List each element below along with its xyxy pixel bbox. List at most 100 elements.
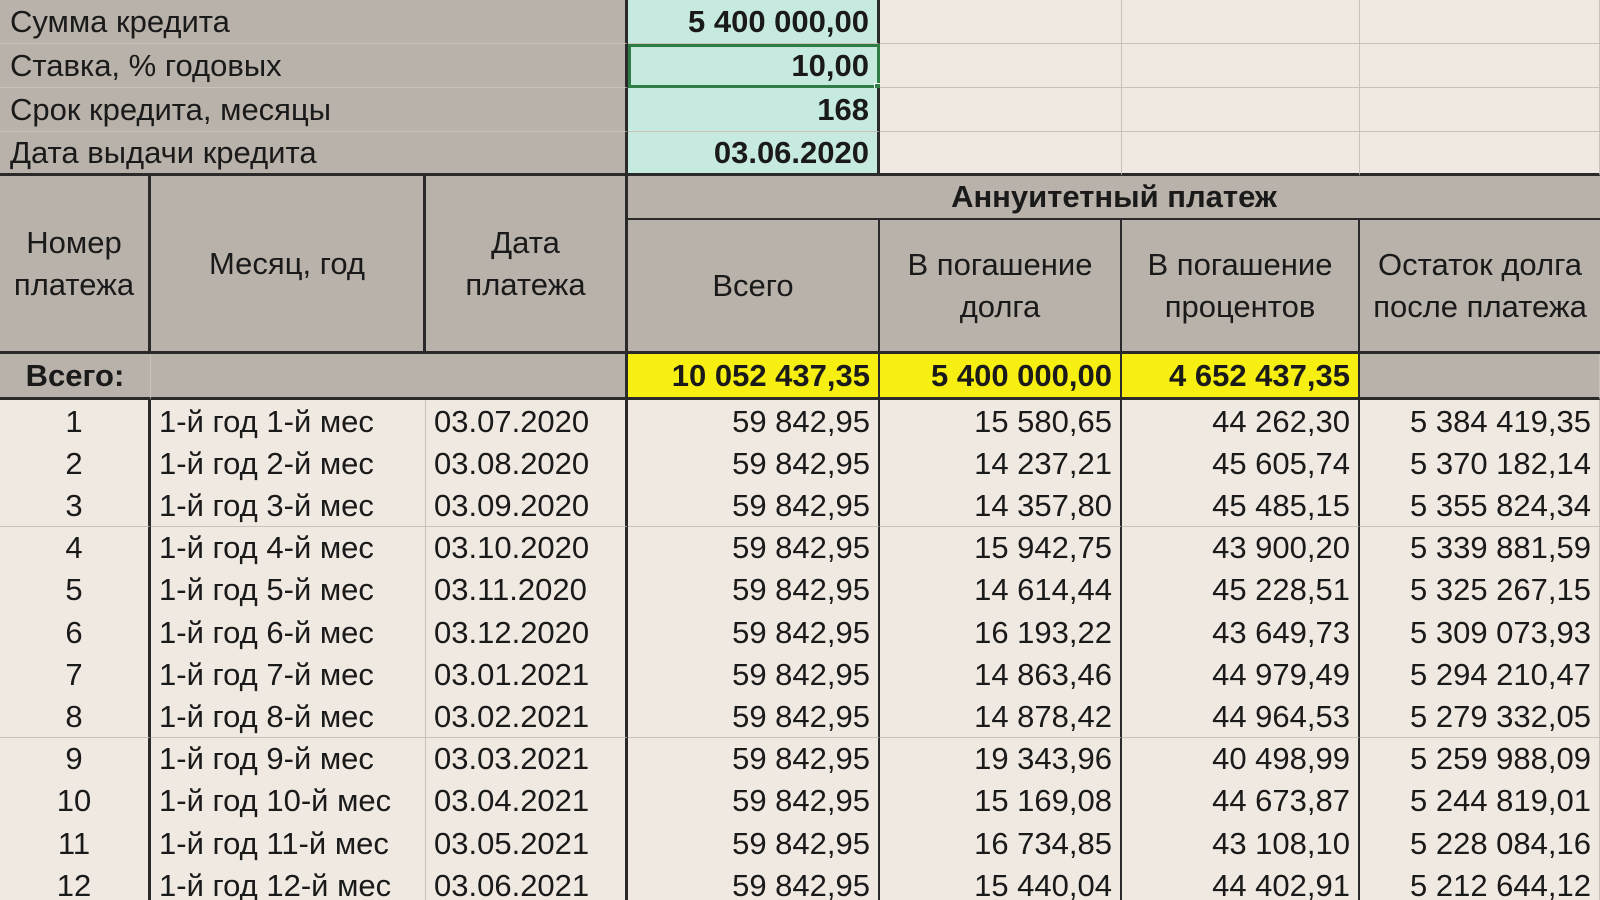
month-year-cell[interactable]: 1-й год 8-й мес bbox=[151, 695, 426, 739]
totals-balance-empty[interactable] bbox=[1360, 354, 1600, 400]
principal-cell[interactable]: 14 878,42 bbox=[880, 695, 1122, 739]
payment-number-cell[interactable]: 9 bbox=[0, 737, 151, 781]
principal-cell[interactable]: 15 942,75 bbox=[880, 526, 1122, 570]
totals-interest[interactable]: 4 652 437,35 bbox=[1122, 354, 1360, 400]
month-year-cell[interactable]: 1-й год 5-й мес bbox=[151, 568, 426, 612]
param-value-loan-amount[interactable]: 5 400 000,00 bbox=[628, 0, 880, 44]
payment-number-cell[interactable]: 5 bbox=[0, 568, 151, 612]
balance-cell[interactable]: 5 294 210,47 bbox=[1360, 653, 1600, 697]
interest-cell[interactable]: 44 979,49 bbox=[1122, 653, 1360, 697]
header-interest[interactable]: В погашение процентов bbox=[1122, 220, 1360, 354]
empty-cell[interactable] bbox=[880, 132, 1122, 176]
interest-cell[interactable]: 45 228,51 bbox=[1122, 568, 1360, 612]
month-year-cell[interactable]: 1-й год 10-й мес bbox=[151, 779, 426, 823]
interest-cell[interactable]: 43 108,10 bbox=[1122, 822, 1360, 865]
empty-cell[interactable] bbox=[880, 44, 1122, 88]
header-balance[interactable]: Остаток долга после платежа bbox=[1360, 220, 1600, 354]
payment-number-cell[interactable]: 2 bbox=[0, 442, 151, 486]
interest-cell[interactable]: 44 964,53 bbox=[1122, 695, 1360, 739]
principal-cell[interactable]: 14 237,21 bbox=[880, 442, 1122, 486]
month-year-cell[interactable]: 1-й год 9-й мес bbox=[151, 737, 426, 781]
principal-cell[interactable]: 15 440,04 bbox=[880, 864, 1122, 900]
totals-label[interactable]: Всего: bbox=[0, 354, 151, 400]
interest-cell[interactable]: 45 485,15 bbox=[1122, 484, 1360, 528]
payment-number-cell[interactable]: 11 bbox=[0, 822, 151, 865]
totals-empty-cell[interactable] bbox=[151, 354, 628, 400]
header-payment-number[interactable]: Номер платежа bbox=[0, 176, 151, 354]
param-value-term[interactable]: 168 bbox=[628, 88, 880, 132]
interest-cell[interactable]: 43 649,73 bbox=[1122, 611, 1360, 654]
interest-cell[interactable]: 44 262,30 bbox=[1122, 400, 1360, 443]
month-year-cell[interactable]: 1-й год 6-й мес bbox=[151, 611, 426, 654]
principal-cell[interactable]: 14 357,80 bbox=[880, 484, 1122, 528]
month-year-cell[interactable]: 1-й год 7-й мес bbox=[151, 653, 426, 697]
total-payment-cell[interactable]: 59 842,95 bbox=[628, 442, 880, 486]
interest-cell[interactable]: 43 900,20 bbox=[1122, 526, 1360, 570]
payment-number-cell[interactable]: 8 bbox=[0, 695, 151, 739]
total-payment-cell[interactable]: 59 842,95 bbox=[628, 822, 880, 865]
total-payment-cell[interactable]: 59 842,95 bbox=[628, 653, 880, 697]
principal-cell[interactable]: 15 580,65 bbox=[880, 400, 1122, 443]
empty-cell[interactable] bbox=[880, 88, 1122, 132]
principal-cell[interactable]: 16 734,85 bbox=[880, 822, 1122, 865]
empty-cell[interactable] bbox=[1360, 88, 1600, 132]
total-payment-cell[interactable]: 59 842,95 bbox=[628, 864, 880, 900]
month-year-cell[interactable]: 1-й год 4-й мес bbox=[151, 526, 426, 570]
balance-cell[interactable]: 5 212 644,12 bbox=[1360, 864, 1600, 900]
empty-cell[interactable] bbox=[1360, 0, 1600, 44]
total-payment-cell[interactable]: 59 842,95 bbox=[628, 695, 880, 739]
payment-number-cell[interactable]: 7 bbox=[0, 653, 151, 697]
header-total[interactable]: Всего bbox=[628, 220, 880, 354]
payment-date-cell[interactable]: 03.05.2021 bbox=[426, 822, 628, 865]
payment-date-cell[interactable]: 03.12.2020 bbox=[426, 611, 628, 654]
principal-cell[interactable]: 16 193,22 bbox=[880, 611, 1122, 654]
param-value-rate[interactable]: 10,00 bbox=[628, 44, 880, 88]
empty-cell[interactable] bbox=[1122, 132, 1360, 176]
empty-cell[interactable] bbox=[1122, 44, 1360, 88]
total-payment-cell[interactable]: 59 842,95 bbox=[628, 737, 880, 781]
payment-date-cell[interactable]: 03.10.2020 bbox=[426, 526, 628, 570]
month-year-cell[interactable]: 1-й год 2-й мес bbox=[151, 442, 426, 486]
spreadsheet-grid[interactable]: Сумма кредита 5 400 000,00 Ставка, % год… bbox=[0, 0, 1600, 900]
payment-number-cell[interactable]: 12 bbox=[0, 864, 151, 900]
empty-cell[interactable] bbox=[880, 0, 1122, 44]
balance-cell[interactable]: 5 228 084,16 bbox=[1360, 822, 1600, 865]
header-payment-date[interactable]: Дата платежа bbox=[426, 176, 628, 354]
totals-principal[interactable]: 5 400 000,00 bbox=[880, 354, 1122, 400]
balance-cell[interactable]: 5 309 073,93 bbox=[1360, 611, 1600, 654]
param-label-rate[interactable]: Ставка, % годовых bbox=[0, 44, 628, 88]
empty-cell[interactable] bbox=[1122, 0, 1360, 44]
balance-cell[interactable]: 5 339 881,59 bbox=[1360, 526, 1600, 570]
balance-cell[interactable]: 5 279 332,05 bbox=[1360, 695, 1600, 739]
balance-cell[interactable]: 5 355 824,34 bbox=[1360, 484, 1600, 528]
empty-cell[interactable] bbox=[1122, 88, 1360, 132]
month-year-cell[interactable]: 1-й год 1-й мес bbox=[151, 400, 426, 443]
principal-cell[interactable]: 14 863,46 bbox=[880, 653, 1122, 697]
interest-cell[interactable]: 40 498,99 bbox=[1122, 737, 1360, 781]
month-year-cell[interactable]: 1-й год 11-й мес bbox=[151, 822, 426, 865]
total-payment-cell[interactable]: 59 842,95 bbox=[628, 779, 880, 823]
totals-total[interactable]: 10 052 437,35 bbox=[628, 354, 880, 400]
payment-number-cell[interactable]: 1 bbox=[0, 400, 151, 443]
payment-date-cell[interactable]: 03.01.2021 bbox=[426, 653, 628, 697]
balance-cell[interactable]: 5 384 419,35 bbox=[1360, 400, 1600, 443]
principal-cell[interactable]: 15 169,08 bbox=[880, 779, 1122, 823]
payment-date-cell[interactable]: 03.02.2021 bbox=[426, 695, 628, 739]
param-label-issue-date[interactable]: Дата выдачи кредита bbox=[0, 132, 628, 176]
empty-cell[interactable] bbox=[1360, 44, 1600, 88]
balance-cell[interactable]: 5 244 819,01 bbox=[1360, 779, 1600, 823]
month-year-cell[interactable]: 1-й год 3-й мес bbox=[151, 484, 426, 528]
header-month-year[interactable]: Месяц, год bbox=[151, 176, 426, 354]
total-payment-cell[interactable]: 59 842,95 bbox=[628, 400, 880, 443]
param-value-issue-date[interactable]: 03.06.2020 bbox=[628, 132, 880, 176]
param-label-term[interactable]: Срок кредита, месяцы bbox=[0, 88, 628, 132]
param-label-loan-amount[interactable]: Сумма кредита bbox=[0, 0, 628, 44]
total-payment-cell[interactable]: 59 842,95 bbox=[628, 611, 880, 654]
payment-number-cell[interactable]: 10 bbox=[0, 779, 151, 823]
payment-date-cell[interactable]: 03.06.2021 bbox=[426, 864, 628, 900]
balance-cell[interactable]: 5 370 182,14 bbox=[1360, 442, 1600, 486]
payment-number-cell[interactable]: 6 bbox=[0, 611, 151, 654]
payment-number-cell[interactable]: 4 bbox=[0, 526, 151, 570]
payment-date-cell[interactable]: 03.11.2020 bbox=[426, 568, 628, 612]
total-payment-cell[interactable]: 59 842,95 bbox=[628, 526, 880, 570]
